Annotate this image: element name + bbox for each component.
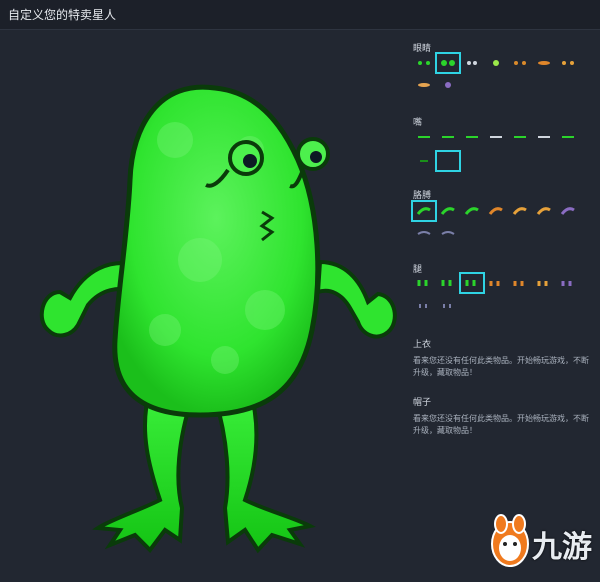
- arms-option[interactable]: [557, 202, 579, 220]
- mouth-option[interactable]: [485, 128, 507, 146]
- arms-option[interactable]: [437, 224, 459, 242]
- legs-option[interactable]: [485, 274, 507, 292]
- legs-option[interactable]: [557, 274, 579, 292]
- alien-character-icon: [39, 84, 397, 554]
- legs-option[interactable]: [437, 274, 459, 292]
- customize-panel: 眼睛 嘴 胳膊 腿 上衣 看来您还没有任何此类物品。开始畅玩游戏，不断升级，藏取…: [405, 30, 600, 578]
- section-title-arms: 胳膊: [413, 191, 432, 201]
- mouth-option[interactable]: [413, 152, 435, 170]
- eyes-option[interactable]: [557, 54, 579, 72]
- arms-option[interactable]: [461, 202, 483, 220]
- legs-option[interactable]: [437, 296, 459, 314]
- nine-game-logo: 九游: [488, 512, 596, 572]
- eyes-option[interactable]: [461, 54, 483, 72]
- mouth-option[interactable]: [413, 128, 435, 146]
- mouth-option[interactable]: [533, 128, 555, 146]
- arms-option-selected[interactable]: [411, 200, 437, 222]
- shirt-empty-message: 看来您还没有任何此类物品。开始畅玩游戏，不断升级，藏取物品！: [413, 356, 589, 377]
- logo-brand-text: 九游: [532, 530, 592, 565]
- arms-option[interactable]: [437, 202, 459, 220]
- legs-option[interactable]: [413, 274, 435, 292]
- eyes-option[interactable]: [533, 54, 555, 72]
- mouth-option[interactable]: [557, 128, 579, 146]
- hat-empty-message: 看来您还没有任何此类物品。开始畅玩游戏，不断升级，藏取物品！: [413, 414, 589, 435]
- eyes-option[interactable]: [437, 76, 459, 94]
- legs-option[interactable]: [413, 296, 435, 314]
- nine-game-mascot-icon: [491, 514, 529, 567]
- legs-option[interactable]: [509, 274, 531, 292]
- mouth-item-grid: [413, 128, 593, 174]
- eyes-option-selected[interactable]: [435, 52, 461, 74]
- title-bar: 自定义您的特卖星人: [0, 0, 600, 30]
- legs-option-selected[interactable]: [459, 272, 485, 294]
- legs-option[interactable]: [533, 274, 555, 292]
- eyes-option[interactable]: [413, 76, 435, 94]
- mouth-option[interactable]: [461, 128, 483, 146]
- eyes-option[interactable]: [413, 54, 435, 72]
- section-title-mouth: 嘴: [413, 118, 423, 128]
- arms-option[interactable]: [485, 202, 507, 220]
- section-title-shirt: 上衣: [413, 340, 432, 350]
- eyes-item-grid: [413, 52, 593, 98]
- eyes-option[interactable]: [509, 54, 531, 72]
- mouth-option-selected[interactable]: [435, 150, 461, 172]
- arms-option[interactable]: [509, 202, 531, 220]
- window-title: 自定义您的特卖星人: [8, 8, 117, 22]
- section-title-hat: 帽子: [413, 398, 432, 408]
- mouth-option[interactable]: [509, 128, 531, 146]
- mouth-option[interactable]: [437, 128, 459, 146]
- legs-item-grid: [413, 272, 593, 318]
- section-title-eyes: 眼睛: [413, 44, 432, 54]
- eyes-option[interactable]: [485, 54, 507, 72]
- arms-item-grid: [411, 200, 593, 246]
- arms-option[interactable]: [533, 202, 555, 220]
- arms-option[interactable]: [413, 224, 435, 242]
- character-preview: [0, 30, 400, 578]
